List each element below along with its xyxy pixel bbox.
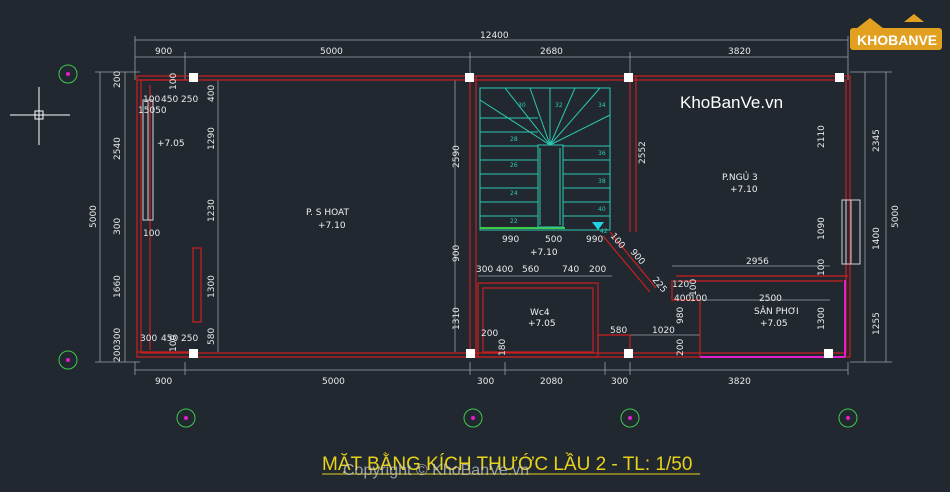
dim-stair-225: 225 xyxy=(650,276,669,296)
dim-top-seg1: 900 xyxy=(155,47,172,57)
room-name-wc: Wc4 xyxy=(530,308,550,318)
dim-left-200: 200 xyxy=(113,71,123,88)
dim-balcony-100b: 100 xyxy=(143,229,160,239)
room-level-wc: +7.05 xyxy=(528,319,556,329)
stair-step-numbers: 22 24 26 28 30 32 34 36 38 40 42 xyxy=(510,102,608,235)
dim-stair-990b: 990 xyxy=(586,235,603,245)
dim-right-1255: 1255 xyxy=(872,312,882,335)
dim-stair-990a: 990 xyxy=(502,235,519,245)
dim-wc-740: 740 xyxy=(562,265,579,275)
dim-left-1660: 1660 xyxy=(113,275,123,298)
dim-bottom-seg4: 2080 xyxy=(540,377,563,387)
balcony-level: +7.05 xyxy=(157,139,185,149)
staircase xyxy=(479,87,611,231)
dim-wc-560: 560 xyxy=(522,265,539,275)
dim-right-100: 100 xyxy=(817,259,827,276)
room-level-living: +7.10 xyxy=(318,221,346,231)
dim-bottom-seg3: 300 xyxy=(477,377,494,387)
dim-balcony-450: 450 xyxy=(161,95,178,105)
dim-yard-2500: 2500 xyxy=(759,294,782,304)
dim-stair-900b: 900 xyxy=(452,245,462,262)
dim-inner-1230: 1230 xyxy=(207,199,217,222)
dim-left-200b: 200 xyxy=(113,345,123,362)
dim-balcony-250b: 250 xyxy=(181,334,198,344)
dim-balcony-100: 100 xyxy=(143,95,160,105)
dim-bottom-seg5: 300 xyxy=(611,377,628,387)
crosshair-cursor xyxy=(10,87,70,145)
dim-yard-2956: 2956 xyxy=(746,257,769,267)
dim-wc-1020: 1020 xyxy=(652,326,675,336)
dim-bottom-seg6: 3820 xyxy=(728,377,751,387)
site-watermark: KhoBanVe.vn xyxy=(680,93,783,112)
logo-text: KHOBANVE xyxy=(857,32,937,48)
dim-wc-200: 200 xyxy=(589,265,606,275)
step-number: 22 xyxy=(510,218,518,225)
room-name-drying-yard: SÂN PHƠI xyxy=(754,305,799,317)
dim-overall-top: 12400 xyxy=(480,31,509,41)
dim-left-300: 300 xyxy=(113,218,123,235)
dim-inner-400: 400 xyxy=(207,85,217,102)
window-left xyxy=(142,99,154,221)
dim-inner-580: 580 xyxy=(207,328,217,345)
khobanve-logo: KHOBANVE xyxy=(850,14,942,50)
dim-wc-1310: 1310 xyxy=(452,307,462,330)
dim-balcony-15050: 15050 xyxy=(138,106,167,116)
room-level-drying-yard: +7.05 xyxy=(760,319,788,329)
dim-balcony-450b: 450 xyxy=(161,334,178,344)
window-right xyxy=(841,199,861,265)
dim-left-2540: 2540 xyxy=(113,137,123,160)
dim-balcony-250: 250 xyxy=(181,95,198,105)
dim-top-seg2: 5000 xyxy=(320,47,343,57)
room-name-bedroom: P.NGỦ 3 xyxy=(722,171,758,183)
step-number: 40 xyxy=(598,206,606,213)
dim-right-2110: 2110 xyxy=(817,125,827,148)
dim-right-1400: 1400 xyxy=(872,227,882,250)
wc-dimensions: 300 400 560 740 200 1310 200 180 580 102… xyxy=(452,265,675,356)
step-number: 26 xyxy=(510,162,518,169)
step-number: 36 xyxy=(598,150,606,157)
dim-yard-120: 120 xyxy=(672,280,689,290)
dim-stair-2552: 2552 xyxy=(638,141,648,164)
dim-stair-500: 500 xyxy=(545,235,562,245)
room-name-living: P. S HOAT xyxy=(306,208,349,218)
stair-landing-level: +7.10 xyxy=(530,248,558,258)
dim-yard-200: 200 xyxy=(676,339,686,356)
step-number: 32 xyxy=(555,102,563,109)
dim-bottom-seg1: 900 xyxy=(155,377,172,387)
copyright-watermark: Copyright © KhoBanVe.vn xyxy=(343,462,529,479)
dim-inner-100: 100 xyxy=(169,73,179,90)
dim-stair-2590: 2590 xyxy=(452,145,462,168)
floor-plan-canvas: KHOBANVE KhoBanVe.vn 22 24 26 28 30 32 3… xyxy=(10,14,942,479)
step-number: 34 xyxy=(598,102,606,109)
dim-inner-1290: 1290 xyxy=(207,127,217,150)
dim-top-seg3: 2680 xyxy=(540,47,563,57)
dim-top-seg4: 3820 xyxy=(728,47,751,57)
dim-right-1300: 1300 xyxy=(817,307,827,330)
dim-bottom-seg2: 5000 xyxy=(322,377,345,387)
dim-wc-580: 580 xyxy=(610,326,627,336)
dim-left-300b: 300 xyxy=(113,328,123,345)
dim-wc-200b: 200 xyxy=(481,329,498,339)
dim-right-overall: 5000 xyxy=(891,205,901,228)
dim-inner-1300: 1300 xyxy=(207,275,217,298)
step-number: 38 xyxy=(598,178,606,185)
room-level-bedroom: +7.10 xyxy=(730,185,758,195)
top-dimensions: 12400 900 5000 2680 3820 xyxy=(155,31,751,57)
dim-wc-400: 400 xyxy=(496,265,513,275)
dim-yard-100b: 100 xyxy=(689,279,699,296)
bottom-dimensions: 900 5000 300 2080 300 3820 xyxy=(155,377,751,387)
dim-left-overall: 5000 xyxy=(89,205,99,228)
right-dimensions: 5000 2345 1400 1255 2110 1090 100 1300 xyxy=(817,125,901,335)
step-number: 24 xyxy=(510,190,518,197)
dim-balcony-300: 300 xyxy=(140,334,157,344)
dim-right-1090: 1090 xyxy=(817,217,827,240)
left-dimensions: 5000 200 2540 300 1660 200 300 xyxy=(89,71,123,362)
dim-right-2345: 2345 xyxy=(872,129,882,152)
step-number: 30 xyxy=(518,102,526,109)
step-number: 28 xyxy=(510,136,518,143)
dim-yard-980: 980 xyxy=(676,307,686,324)
dim-wc-180: 180 xyxy=(498,339,508,356)
dim-wc-300: 300 xyxy=(476,265,493,275)
step-number: 42 xyxy=(600,228,608,235)
